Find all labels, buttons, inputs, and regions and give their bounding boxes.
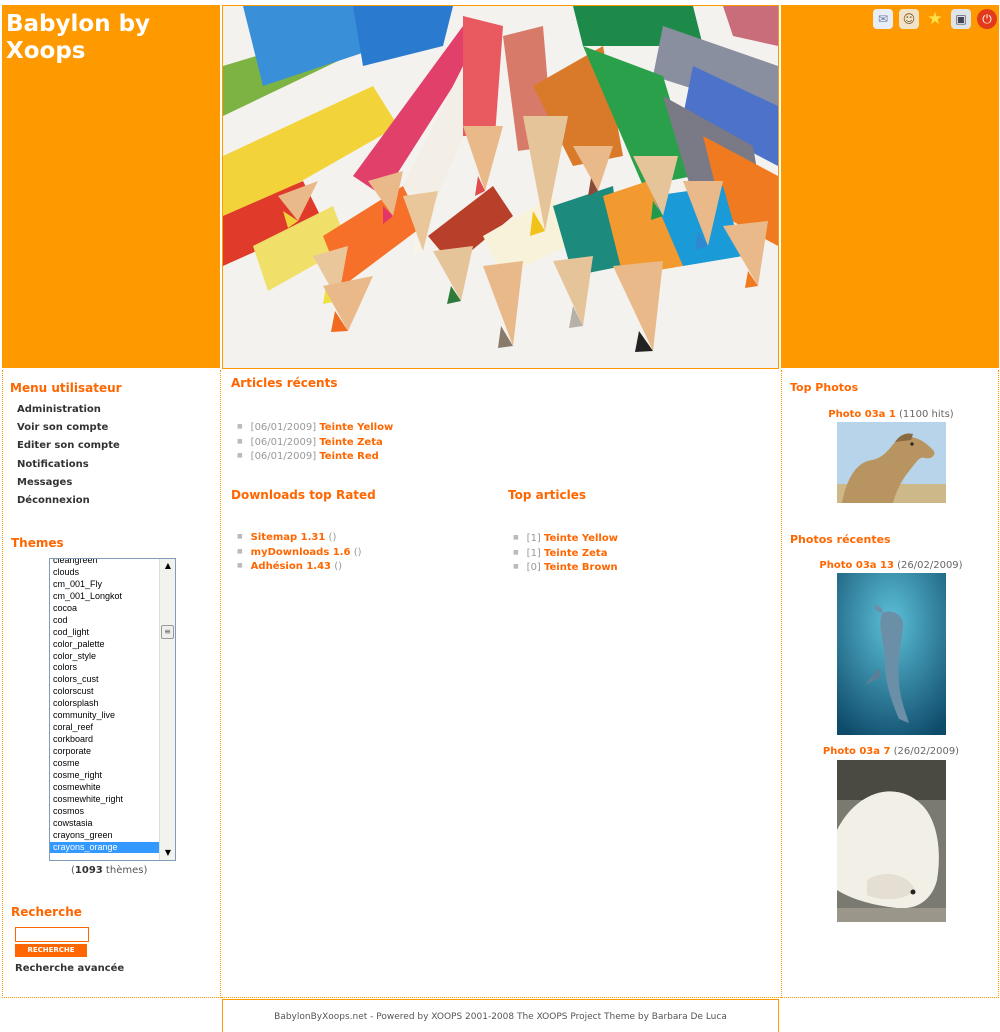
theme-option[interactable]: cm_001_Longkot: [50, 591, 160, 603]
theme-option[interactable]: cosmewhite_right: [50, 794, 160, 806]
polar-bear-photo-thumbnail[interactable]: [837, 760, 946, 922]
download-link[interactable]: Sitemap 1.31: [251, 532, 326, 543]
camel-photo-thumbnail[interactable]: [837, 422, 946, 503]
scroll-up-icon[interactable]: ▲: [163, 561, 173, 571]
header-banner-image: [222, 5, 779, 369]
search-button[interactable]: RECHERCHE: [15, 944, 87, 957]
footer-text: BabylonByXoops.net - Powered by XOOPS 20…: [274, 1012, 727, 1022]
top-articles-list: [1] Teinte Yellow [1] Teinte Zeta [0] Te…: [513, 531, 618, 575]
theme-option[interactable]: crayons_green: [50, 830, 160, 842]
theme-option[interactable]: cod: [50, 615, 160, 627]
list-item: [1] Teinte Zeta: [513, 546, 618, 561]
theme-options[interactable]: cleangreen clouds cm_001_Fly cm_001_Longkot…: [50, 559, 160, 854]
article-link[interactable]: Teinte Red: [319, 451, 379, 462]
download-link[interactable]: Adhésion 1.43: [251, 561, 331, 572]
download-link[interactable]: myDownloads 1.6: [251, 547, 351, 558]
scroll-thumb[interactable]: ≡: [161, 625, 174, 639]
photo-link[interactable]: Photo 03a 7: [823, 746, 891, 757]
themes-title: Themes: [11, 536, 64, 550]
theme-option[interactable]: cod_light: [50, 627, 160, 639]
downloads-top-title: Downloads top Rated: [231, 488, 376, 502]
list-item: [06/01/2009] Teinte Zeta: [237, 435, 393, 450]
article-link[interactable]: Teinte Zeta: [544, 548, 607, 559]
user-menu-item-administration[interactable]: Administration: [17, 404, 120, 422]
list-item: [06/01/2009] Teinte Yellow: [237, 420, 394, 435]
theme-option[interactable]: colors: [50, 662, 160, 674]
user-menu-item-notifications[interactable]: Notifications: [17, 459, 120, 477]
theme-option[interactable]: color_palette: [50, 639, 160, 651]
photo-caption: Photo 03a 1 (1100 hits): [828, 409, 954, 420]
theme-option[interactable]: cosmos: [50, 806, 160, 818]
user-menu-item-view-account[interactable]: Voir son compte: [17, 422, 120, 440]
theme-option[interactable]: colorscust: [50, 686, 160, 698]
theme-option[interactable]: cosmewhite: [50, 782, 160, 794]
theme-option[interactable]: crayons_orange: [50, 841, 160, 854]
dolphin-photo-thumbnail[interactable]: [837, 573, 946, 735]
article-link[interactable]: Teinte Brown: [544, 562, 618, 573]
top-photos-title: Top Photos: [790, 381, 859, 394]
article-link[interactable]: Teinte Yellow: [319, 422, 393, 433]
theme-option[interactable]: cleangreen: [50, 559, 160, 567]
recent-photos-title: Photos récentes: [790, 533, 891, 546]
users-icon[interactable]: ☺: [899, 9, 919, 29]
advanced-search-link[interactable]: Recherche avancée: [15, 963, 124, 974]
left-sidebar: Menu utilisateur Administration Voir son…: [2, 370, 221, 998]
user-menu-item-logout[interactable]: Déconnexion: [17, 495, 120, 513]
theme-option[interactable]: colors_cust: [50, 674, 160, 686]
notifications-icon[interactable]: ✉: [873, 9, 893, 29]
list-item: Adhésion 1.43 (): [237, 559, 362, 574]
search-title: Recherche: [11, 905, 82, 919]
downloads-top-list: Sitemap 1.31 () myDownloads 1.6 () Adhés…: [237, 530, 362, 574]
theme-count: (1093 thèmes): [71, 865, 148, 876]
logout-power-icon[interactable]: ⏻: [977, 9, 997, 29]
theme-option[interactable]: coral_reef: [50, 722, 160, 734]
theme-option[interactable]: clouds: [50, 567, 160, 579]
recent-articles-list: [06/01/2009] Teinte Yellow [06/01/2009] …: [237, 420, 394, 464]
top-articles-title: Top articles: [508, 488, 586, 502]
list-item: [06/01/2009] Teinte Red: [237, 449, 393, 464]
theme-option[interactable]: cm_001_Fly: [50, 579, 160, 591]
list-item: Sitemap 1.31 (): [237, 530, 362, 545]
user-menu-title: Menu utilisateur: [10, 381, 122, 395]
header-right-panel: ✉ ☺ ★ ▣ ⏻: [781, 5, 999, 368]
photo-link[interactable]: Photo 03a 1: [828, 409, 896, 420]
list-item: [1] Teinte Yellow: [513, 531, 618, 546]
admin-icon[interactable]: ▣: [951, 9, 971, 29]
theme-list-scrollbar[interactable]: ▲ ≡ ▼: [159, 559, 175, 860]
article-link[interactable]: Teinte Yellow: [544, 533, 618, 544]
recent-articles-title: Articles récents: [231, 376, 338, 390]
user-menu-item-edit-account[interactable]: Editer son compte: [17, 440, 120, 458]
photo-caption: Photo 03a 13 (26/02/2009): [819, 560, 963, 571]
favorites-star-icon[interactable]: ★: [925, 9, 945, 29]
right-sidebar: Top Photos Photo 03a 1 (1100 hits) Photo…: [781, 370, 999, 998]
photo-caption: Photo 03a 7 (26/02/2009): [822, 746, 960, 757]
theme-option[interactable]: cocoa: [50, 603, 160, 615]
article-link[interactable]: Teinte Zeta: [319, 437, 382, 448]
theme-select-list[interactable]: cleangreen clouds cm_001_Fly cm_001_Longkot…: [49, 558, 176, 861]
site-footer: BabylonByXoops.net - Powered by XOOPS 20…: [222, 999, 779, 1032]
main-content: Articles récents [06/01/2009] Teinte Yel…: [221, 370, 781, 998]
user-menu-item-messages[interactable]: Messages: [17, 477, 120, 495]
colored-pencils-illustration: [223, 6, 778, 368]
list-item: myDownloads 1.6 (): [237, 545, 362, 560]
theme-option[interactable]: corkboard: [50, 734, 160, 746]
theme-option[interactable]: cosme_right: [50, 770, 160, 782]
theme-option[interactable]: color_style: [50, 651, 160, 663]
search-input[interactable]: [15, 927, 89, 942]
photo-link[interactable]: Photo 03a 13: [819, 560, 894, 571]
header-toolbar: ✉ ☺ ★ ▣ ⏻: [873, 9, 997, 29]
theme-option[interactable]: corporate: [50, 746, 160, 758]
list-item: [0] Teinte Brown: [513, 560, 618, 575]
theme-option[interactable]: colorsplash: [50, 698, 160, 710]
theme-option[interactable]: community_live: [50, 710, 160, 722]
scroll-down-icon[interactable]: ▼: [163, 848, 173, 858]
theme-option[interactable]: cosme: [50, 758, 160, 770]
header-left-panel: Babylon by Xoops: [2, 5, 220, 368]
user-menu: Administration Voir son compte Editer so…: [17, 404, 120, 513]
theme-option[interactable]: cowstasia: [50, 818, 160, 830]
site-title[interactable]: Babylon by Xoops: [6, 11, 206, 65]
